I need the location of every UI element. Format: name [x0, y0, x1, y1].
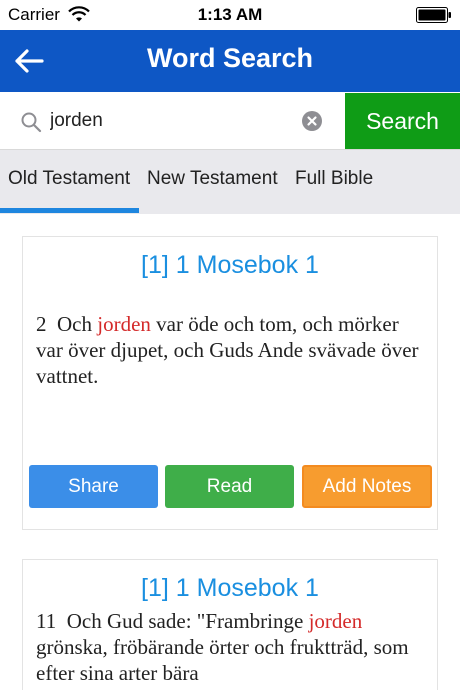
add-notes-button[interactable]: Add Notes [302, 465, 432, 508]
search-highlight: jorden [308, 609, 363, 633]
verse-text-after: var öde och tom, och mörker var över dju… [36, 312, 419, 388]
read-button[interactable]: Read [165, 465, 294, 508]
nav-bar: Word Search [0, 30, 460, 92]
battery-icon [416, 7, 451, 23]
clear-icon[interactable] [302, 111, 322, 131]
search-input[interactable] [50, 104, 290, 138]
page-title: Word Search [146, 43, 314, 73]
search-icon [21, 112, 42, 133]
verse-text-after: grönska, fröbärande örter och fruktträd,… [36, 635, 409, 685]
search-bar: Search [0, 92, 460, 150]
status-bar: Carrier 1:13 AM [0, 0, 460, 30]
tab-selected-indicator [0, 208, 139, 213]
clock: 1:13 AM [197, 5, 263, 24]
share-button[interactable]: Share [29, 465, 158, 508]
tab-new-testament[interactable]: New Testament [147, 168, 278, 190]
verse-reference[interactable]: [1] 1 Mosebok 1 [23, 574, 437, 603]
verse-number: 11 [36, 609, 57, 633]
tab-full-bible[interactable]: Full Bible [295, 168, 373, 190]
result-card: [1] 1 Mosebok 1 2 Och jorden var öde och… [22, 236, 438, 530]
results-list[interactable]: [1] 1 Mosebok 1 2 Och jorden var öde och… [0, 214, 460, 690]
verse-text: 2 Och jorden var öde och tom, och mörker… [36, 311, 427, 389]
verse-reference[interactable]: [1] 1 Mosebok 1 [23, 251, 437, 280]
verse-text-before: Och Gud sade: "Frambringe [66, 609, 304, 633]
tab-old-testament[interactable]: Old Testament [8, 168, 130, 190]
verse-text-before: Och [57, 312, 92, 336]
verse-text: 11 Och Gud sade: "Frambringe jorden grön… [36, 608, 427, 686]
search-button[interactable]: Search [345, 93, 460, 149]
verse-number: 2 [36, 312, 47, 336]
search-highlight: jorden [97, 312, 151, 336]
testament-tabs: Old Testament New Testament Full Bible [0, 150, 460, 214]
result-card: [1] 1 Mosebok 1 11 Och Gud sade: "Frambr… [22, 559, 438, 690]
